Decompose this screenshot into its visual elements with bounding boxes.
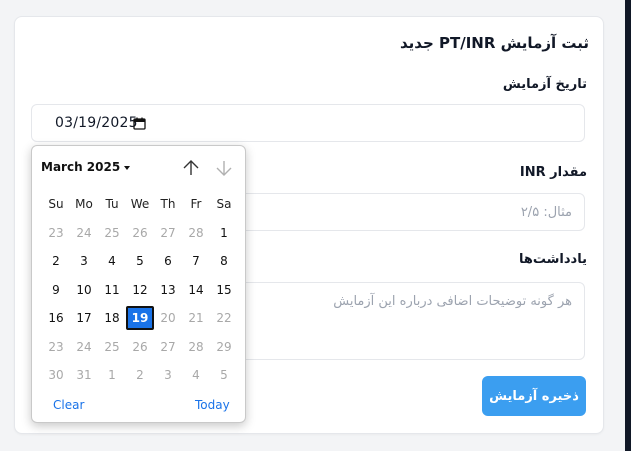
notes-label: یادداشت‌ها — [518, 252, 587, 267]
calendar-day[interactable]: 31 — [70, 368, 98, 382]
weekday-label: Th — [160, 197, 176, 212]
calendar-icon[interactable] — [133, 117, 146, 130]
form-title: ثبت آزمایش PT/INR جدید — [399, 34, 589, 52]
weekday-label: Tu — [105, 197, 119, 212]
calendar-day[interactable]: 15 — [210, 283, 238, 297]
calendar-day[interactable]: 13 — [154, 283, 182, 297]
weekday-label: We — [130, 197, 150, 212]
week-row: 16 17 18 19 20 21 22 — [42, 304, 238, 333]
calendar-day[interactable]: 17 — [70, 311, 98, 325]
today-button[interactable]: Today — [195, 398, 230, 412]
calendar-day[interactable]: 4 — [98, 254, 126, 268]
calendar-day[interactable]: 25 — [98, 226, 126, 240]
calendar-day[interactable]: 6 — [154, 254, 182, 268]
calendar-day[interactable]: 30 — [42, 368, 70, 382]
calendar-day[interactable]: 7 — [182, 254, 210, 268]
calendar-day[interactable]: 23 — [42, 226, 70, 240]
weekday-label: Mo — [75, 197, 93, 212]
calendar-day[interactable]: 1 — [210, 226, 238, 240]
calendar-day[interactable]: 2 — [126, 368, 154, 382]
inr-label: مقدار INR — [519, 165, 587, 180]
caret-down-icon — [124, 165, 131, 170]
week-row: 23 24 25 26 27 28 1 — [42, 219, 238, 248]
calendar-day[interactable]: 16 — [42, 311, 70, 325]
calendar-day[interactable]: 18 — [98, 311, 126, 325]
calendar-day[interactable]: 12 — [126, 283, 154, 297]
calendar-day[interactable]: 23 — [42, 340, 70, 354]
calendar-day[interactable]: 24 — [70, 226, 98, 240]
calendar-day[interactable]: 14 — [182, 283, 210, 297]
calendar-day[interactable]: 9 — [42, 283, 70, 297]
calendar-grid: Su Mo Tu We Th Fr Sa 23 24 25 26 27 28 1 2 3 4 5 6 7 8 9 10 11 1… — [42, 190, 238, 390]
calendar-day[interactable]: 1 — [98, 368, 126, 382]
arrow-down-icon[interactable] — [215, 159, 233, 177]
calendar-day[interactable]: 8 — [210, 254, 238, 268]
calendar-day[interactable]: 22 — [210, 311, 238, 325]
calendar-day[interactable]: 5 — [126, 254, 154, 268]
calendar-day[interactable]: 26 — [126, 226, 154, 240]
window-edge — [625, 0, 631, 451]
inr-input-placeholder: مثال: ۲/۵ — [520, 205, 572, 220]
arrow-up-icon[interactable] — [182, 159, 200, 177]
calendar-day[interactable]: 27 — [154, 226, 182, 240]
weekday-label: Su — [48, 197, 64, 212]
calendar-day[interactable]: 3 — [154, 368, 182, 382]
calendar-day[interactable]: 5 — [210, 368, 238, 382]
save-test-button[interactable]: ذخیره آزمایش — [482, 376, 586, 416]
calendar-day[interactable]: 29 — [210, 340, 238, 354]
calendar-day[interactable]: 26 — [126, 340, 154, 354]
month-year-select[interactable]: March 2025 — [41, 160, 131, 174]
weekday-header-row: Su Mo Tu We Th Fr Sa — [42, 190, 238, 219]
week-row: 2345678 — [42, 247, 238, 276]
clear-button[interactable]: Clear — [53, 398, 84, 412]
calendar-day[interactable]: 21 — [182, 311, 210, 325]
week-row: 30 31 1 2 3 4 5 — [42, 361, 238, 390]
calendar-day[interactable]: 2 — [42, 254, 70, 268]
date-label: تاریخ آزمایش — [502, 77, 587, 92]
date-input[interactable]: 03/19/2025 — [31, 104, 585, 142]
calendar-day[interactable]: 27 — [154, 340, 182, 354]
calendar-day[interactable]: 20 — [154, 311, 182, 325]
weekday-label: Sa — [216, 197, 232, 212]
selected-day[interactable]: 19 — [126, 306, 154, 331]
notes-placeholder: هر گونه توضیحات اضافی درباره این آزمایش — [333, 294, 572, 309]
date-input-value: 03/19/2025 — [55, 115, 138, 131]
calendar-day[interactable]: 3 — [70, 254, 98, 268]
calendar-day[interactable]: 25 — [98, 340, 126, 354]
week-row: 23 24 25 26 27 28 29 — [42, 333, 238, 362]
calendar-day[interactable]: 11 — [98, 283, 126, 297]
week-row: 9 10 11 12 13 14 15 — [42, 276, 238, 305]
calendar-day[interactable]: 4 — [182, 368, 210, 382]
calendar-day[interactable]: 24 — [70, 340, 98, 354]
weekday-label: Fr — [190, 197, 202, 212]
date-picker-popup: March 2025 Su Mo Tu We Th Fr Sa 23 24 25 26 27 28 1 2 3… — [31, 145, 246, 423]
calendar-day[interactable]: 28 — [182, 340, 210, 354]
calendar-day[interactable]: 10 — [70, 283, 98, 297]
month-year-label: March 2025 — [41, 160, 121, 174]
calendar-day[interactable]: 28 — [182, 226, 210, 240]
